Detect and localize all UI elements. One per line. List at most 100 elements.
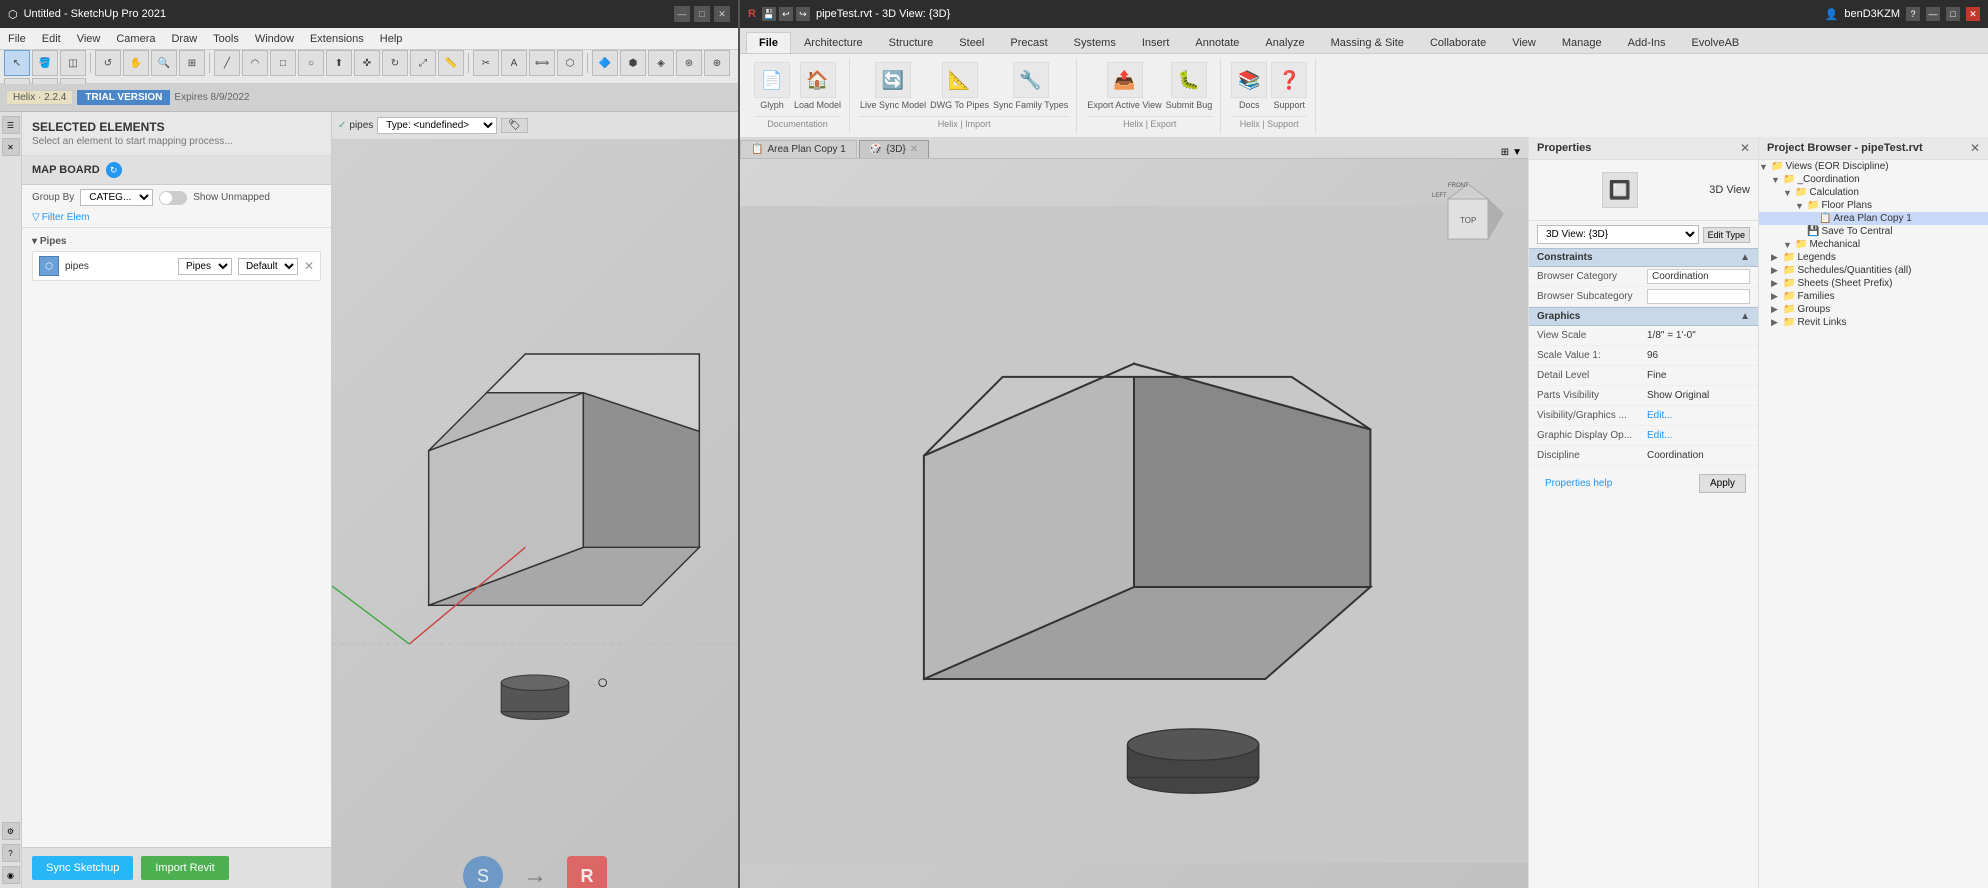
- su-left-icon-3[interactable]: ⚙: [2, 822, 20, 840]
- rv-graphic-display-edit[interactable]: Edit...: [1647, 430, 1750, 441]
- rv-navigation-cube[interactable]: TOP LEFT FRONT: [1428, 179, 1508, 259]
- tree-item-schedules/quantities-(all)[interactable]: ▶ 📁 Schedules/Quantities (all): [1759, 264, 1988, 277]
- tree-item-views-(eor-discipline)[interactable]: ▼ 📁 Views (EOR Discipline): [1759, 160, 1988, 173]
- tree-item-_coordination[interactable]: ▼ 📁 _Coordination: [1759, 173, 1988, 186]
- su-tool-dim[interactable]: ⟺: [529, 50, 555, 76]
- rv-tab-massing[interactable]: Massing & Site: [1318, 32, 1417, 53]
- tree-item-legends[interactable]: ▶ 📁 Legends: [1759, 251, 1988, 264]
- rv-tab-area-plan[interactable]: 📋 Area Plan Copy 1: [740, 140, 857, 158]
- su-tool-helix5[interactable]: ⊕: [704, 50, 730, 76]
- pipe-row-close[interactable]: ✕: [304, 259, 314, 273]
- pipe-default-select[interactable]: Default: [238, 258, 298, 275]
- sync-sketchup-button[interactable]: Sync Sketchup: [32, 856, 133, 880]
- rv-tab-addins[interactable]: Add-Ins: [1615, 32, 1679, 53]
- tree-item-area-plan-copy-1[interactable]: 📋 Area Plan Copy 1: [1759, 212, 1988, 225]
- su-tool-comp[interactable]: ⬡: [557, 50, 583, 76]
- su-tool-text[interactable]: A: [501, 50, 527, 76]
- su-tool-helix3[interactable]: ◈: [648, 50, 674, 76]
- rv-tab-precast[interactable]: Precast: [997, 32, 1060, 53]
- rv-live-sync-button[interactable]: 🔄: [875, 62, 911, 98]
- su-left-icon-2[interactable]: ✕: [2, 138, 20, 156]
- rv-glyph-button[interactable]: 📄: [754, 62, 790, 98]
- viewport-tag-button[interactable]: 🏷: [501, 118, 528, 133]
- su-tool-orbit[interactable]: ↺: [95, 50, 121, 76]
- su-tool-select[interactable]: ↖: [4, 50, 30, 76]
- rv-tab-analyze[interactable]: Analyze: [1252, 32, 1317, 53]
- rv-tab-view[interactable]: View: [1499, 32, 1549, 53]
- rv-close-btn[interactable]: ✕: [1966, 7, 1980, 21]
- su-left-icon-4[interactable]: ?: [2, 844, 20, 862]
- su-tool-move[interactable]: ✜: [354, 50, 380, 76]
- su-3d-canvas[interactable]: S → R 1/8" = 1'-0": [332, 140, 738, 888]
- type-select[interactable]: Type: <undefined>: [377, 117, 497, 134]
- tile-views-icon[interactable]: ⊞: [1501, 147, 1509, 158]
- tree-item-save-to-central[interactable]: 💾 Save To Central: [1759, 225, 1988, 238]
- rv-export-view-button[interactable]: 📤: [1107, 62, 1143, 98]
- 3d-tab-close[interactable]: ✕: [910, 144, 918, 155]
- su-left-icon-1[interactable]: ☰: [2, 116, 20, 134]
- rv-docs-button[interactable]: 📚: [1231, 62, 1267, 98]
- rv-constraints-collapse[interactable]: ▲: [1740, 252, 1750, 263]
- su-tool-helix4[interactable]: ⊛: [676, 50, 702, 76]
- su-maximize-btn[interactable]: □: [694, 6, 710, 22]
- rv-maximize-btn[interactable]: □: [1946, 7, 1960, 21]
- su-close-btn[interactable]: ✕: [714, 6, 730, 22]
- su-tool-helix2[interactable]: ⬢: [620, 50, 646, 76]
- tree-item-floor-plans[interactable]: ▼ 📁 Floor Plans: [1759, 199, 1988, 212]
- rv-qa-save[interactable]: 💾: [762, 7, 776, 21]
- collapse-icon[interactable]: ▼: [1512, 147, 1522, 158]
- su-tool-scale[interactable]: ⤢: [410, 50, 436, 76]
- rv-tab-structure[interactable]: Structure: [876, 32, 947, 53]
- su-menu-edit[interactable]: Edit: [34, 31, 69, 47]
- group-by-select[interactable]: CATEG...: [80, 189, 153, 206]
- tree-item-families[interactable]: ▶ 📁 Families: [1759, 290, 1988, 303]
- rv-edit-type-button[interactable]: Edit Type: [1703, 227, 1750, 243]
- su-menu-view[interactable]: View: [69, 31, 109, 47]
- su-tool-line[interactable]: ╱: [214, 50, 240, 76]
- rv-qa-redo[interactable]: ↪: [796, 7, 810, 21]
- su-tool-arc[interactable]: ◠: [242, 50, 268, 76]
- rv-prop-close-button[interactable]: ✕: [1740, 141, 1750, 155]
- rv-tab-annotate[interactable]: Annotate: [1182, 32, 1252, 53]
- su-tool-zoomext[interactable]: ⊞: [179, 50, 205, 76]
- rv-support-button[interactable]: ❓: [1271, 62, 1307, 98]
- su-tool-zoom[interactable]: 🔍: [151, 50, 177, 76]
- rv-apply-button[interactable]: Apply: [1699, 474, 1746, 493]
- tree-item-groups[interactable]: ▶ 📁 Groups: [1759, 303, 1988, 316]
- rv-tab-architecture[interactable]: Architecture: [791, 32, 876, 53]
- rv-load-model-button[interactable]: 🏠: [800, 62, 836, 98]
- su-menu-camera[interactable]: Camera: [108, 31, 163, 47]
- su-menu-tools[interactable]: Tools: [205, 31, 247, 47]
- su-tool-push[interactable]: ⬆: [326, 50, 352, 76]
- su-tool-rotate[interactable]: ↻: [382, 50, 408, 76]
- rv-type-selector[interactable]: 3D View: {3D}: [1537, 225, 1699, 244]
- rv-vis-graphics-edit[interactable]: Edit...: [1647, 410, 1750, 421]
- rv-help-icon[interactable]: ?: [1906, 7, 1920, 21]
- su-tool-tape[interactable]: 📏: [438, 50, 464, 76]
- su-tool-paint[interactable]: 🪣: [32, 50, 58, 76]
- rv-submit-bug-button[interactable]: 🐛: [1171, 62, 1207, 98]
- su-tool-section[interactable]: ✂: [473, 50, 499, 76]
- tree-item-calculation[interactable]: ▼ 📁 Calculation: [1759, 186, 1988, 199]
- su-tool-rect[interactable]: □: [270, 50, 296, 76]
- rv-minimize-btn[interactable]: —: [1926, 7, 1940, 21]
- rv-3d-canvas[interactable]: TOP LEFT FRONT 1/8" = 1'-0": [740, 159, 1528, 888]
- rv-properties-help-link[interactable]: Properties help: [1537, 474, 1620, 493]
- su-menu-file[interactable]: File: [0, 31, 34, 47]
- rv-dwg-button[interactable]: 📐: [942, 62, 978, 98]
- tree-item-sheets-(sheet-prefix)[interactable]: ▶ 📁 Sheets (Sheet Prefix): [1759, 277, 1988, 290]
- rv-graphics-collapse[interactable]: ▲: [1740, 311, 1750, 322]
- su-menu-extensions[interactable]: Extensions: [302, 31, 372, 47]
- pipes-section-toggle[interactable]: ▾: [32, 236, 37, 247]
- su-tool-erase[interactable]: ◫: [60, 50, 86, 76]
- rv-tab-3d[interactable]: 🎲 {3D} ✕: [859, 140, 929, 158]
- su-menu-draw[interactable]: Draw: [163, 31, 205, 47]
- tree-item-revit-links[interactable]: ▶ 📁 Revit Links: [1759, 316, 1988, 329]
- rv-tab-evolveab[interactable]: EvolveAB: [1679, 32, 1753, 53]
- su-menu-window[interactable]: Window: [247, 31, 302, 47]
- filter-elements-button[interactable]: ▽ Filter Elem: [32, 212, 90, 223]
- rv-tab-steel[interactable]: Steel: [946, 32, 997, 53]
- su-tool-helix1[interactable]: 🔷: [592, 50, 618, 76]
- tree-item-mechanical[interactable]: ▼ 📁 Mechanical: [1759, 238, 1988, 251]
- rv-tab-manage[interactable]: Manage: [1549, 32, 1615, 53]
